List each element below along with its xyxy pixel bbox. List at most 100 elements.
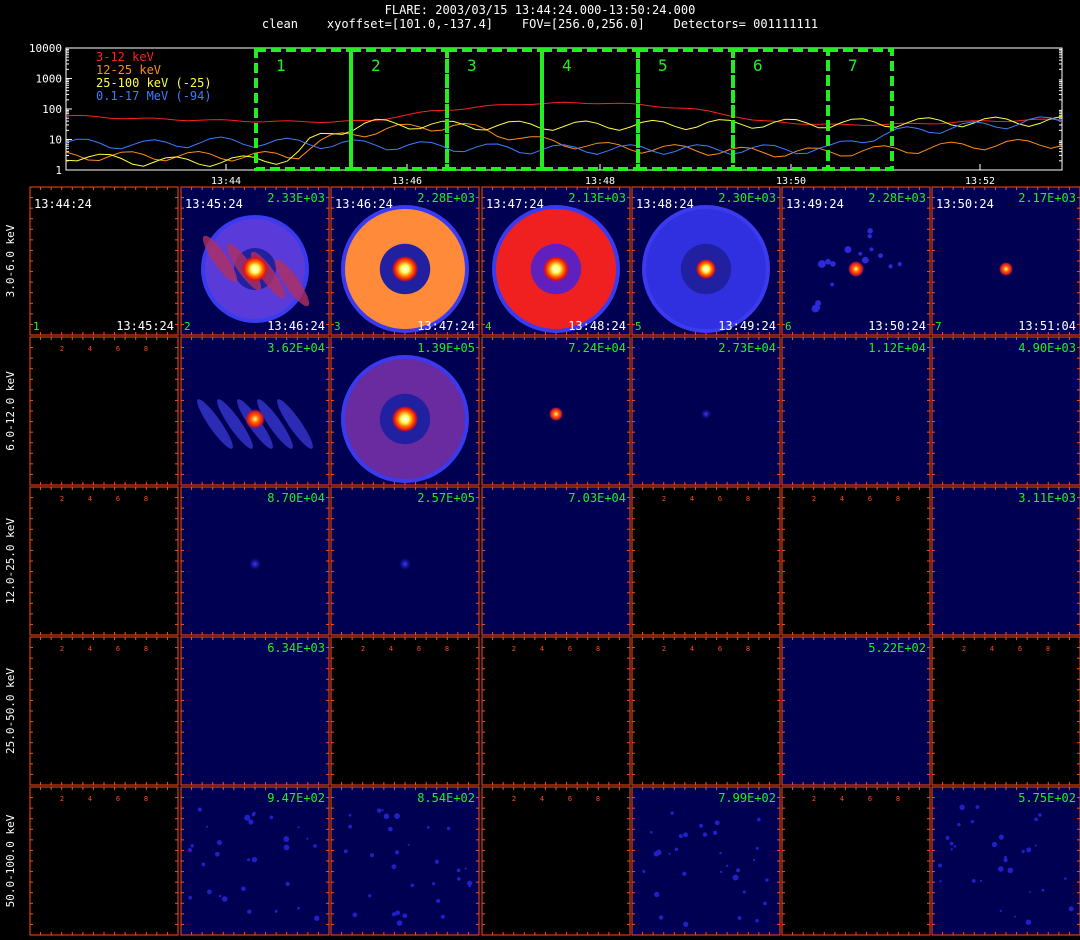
noise-spot bbox=[757, 817, 761, 822]
noise-spot bbox=[436, 898, 441, 903]
noise-spot bbox=[950, 848, 953, 851]
cell-background bbox=[482, 637, 630, 785]
flare-blob bbox=[249, 558, 261, 570]
band-label: 6.0-12.0 keV bbox=[4, 371, 17, 451]
interval-box-7 bbox=[826, 48, 894, 171]
cell-peak-value: 5.75E+02 bbox=[1018, 791, 1076, 805]
cell-peak-value: 2.28E+03 bbox=[417, 191, 475, 205]
cell-peak-value: 2.73E+04 bbox=[718, 341, 776, 355]
axis-tick-label: 6 bbox=[718, 495, 722, 503]
cell-background bbox=[482, 487, 630, 635]
x-tick-label: 13:46 bbox=[392, 176, 422, 187]
noise-spot bbox=[376, 808, 382, 813]
cell-end-time: 13:51:04 bbox=[1018, 319, 1076, 333]
noise-spot bbox=[670, 811, 674, 815]
noise-spot bbox=[388, 826, 393, 832]
axis-tick-label: 2 bbox=[512, 795, 516, 803]
noise-spot bbox=[391, 912, 397, 917]
axis-tick-label: 2 bbox=[60, 645, 64, 653]
flare-core bbox=[242, 256, 268, 282]
axis-tick-label: 2 bbox=[962, 645, 966, 653]
noise-spot bbox=[394, 813, 401, 819]
interval-box-2 bbox=[349, 48, 449, 171]
noise-spot bbox=[285, 881, 290, 886]
axis-tick-label: 2 bbox=[512, 645, 516, 653]
axis-tick-label: 6 bbox=[417, 645, 421, 653]
noise-spot bbox=[712, 830, 718, 836]
image-cell: 7.24E+04 bbox=[481, 336, 631, 486]
cell-background bbox=[632, 787, 780, 935]
cell-interval-number: 3 bbox=[334, 320, 341, 333]
flare-figure: 1 10 100 1000 10000 13:44 13:46 13:48 13:50 13:52… bbox=[4, 42, 1080, 936]
noise-spot bbox=[1014, 915, 1017, 918]
cell-peak-value: 9.47E+02 bbox=[267, 791, 325, 805]
image-cell: 2 4 6 8 bbox=[481, 636, 631, 786]
cell-end-time: 13:47:24 bbox=[417, 319, 475, 333]
noise-spot bbox=[251, 812, 256, 817]
axis-tick-label: 6 bbox=[116, 645, 120, 653]
noise-spot bbox=[244, 814, 251, 821]
axis-tick-label: 4 bbox=[88, 645, 92, 653]
noise-spot bbox=[971, 878, 976, 883]
noise-spot bbox=[726, 864, 729, 868]
axis-tick-label: 6 bbox=[116, 495, 120, 503]
noise-spot bbox=[297, 826, 300, 829]
noise-spot bbox=[742, 890, 746, 894]
noise-spot bbox=[206, 825, 209, 828]
cell-peak-value: 2.28E+03 bbox=[868, 191, 926, 205]
interval-label: 4 bbox=[562, 56, 572, 75]
series-line-1 bbox=[65, 101, 1063, 126]
noise-spot bbox=[314, 915, 320, 921]
noise-spot bbox=[1034, 817, 1039, 822]
axis-tick-label: 8 bbox=[144, 345, 148, 353]
cell-peak-value: 7.24E+04 bbox=[568, 341, 626, 355]
axis-tick-label: 2 bbox=[662, 645, 666, 653]
cell-background bbox=[782, 787, 930, 935]
flare-core bbox=[543, 256, 569, 282]
noise-spot bbox=[248, 819, 254, 825]
y-tick-label: 1 bbox=[55, 164, 62, 177]
noise-spot bbox=[246, 858, 251, 862]
image-cell: 8.70E+04 bbox=[180, 486, 330, 636]
noise-spot bbox=[861, 256, 869, 264]
series-line-2 bbox=[65, 122, 1063, 162]
cell-peak-value: 7.99E+02 bbox=[718, 791, 776, 805]
axis-tick-label: 6 bbox=[718, 645, 722, 653]
noise-spot bbox=[283, 836, 290, 842]
noise-spot bbox=[683, 921, 689, 927]
cell-peak-value: 2.30E+03 bbox=[718, 191, 776, 205]
axis-tick-label: 6 bbox=[868, 495, 872, 503]
noise-spot bbox=[1007, 867, 1014, 874]
noise-spot bbox=[1041, 888, 1045, 892]
noise-spot bbox=[190, 844, 194, 848]
interval-label: 2 bbox=[371, 56, 381, 75]
cell-start-time: 13:44:24 bbox=[34, 197, 92, 211]
flare-core bbox=[696, 259, 716, 279]
noise-spot bbox=[396, 920, 403, 926]
interval-label: 5 bbox=[658, 56, 668, 75]
noise-spot bbox=[867, 228, 873, 234]
axis-tick-label: 4 bbox=[389, 645, 393, 653]
cell-background bbox=[932, 337, 1080, 485]
cell-background bbox=[632, 487, 780, 635]
axis-tick-label: 6 bbox=[568, 645, 572, 653]
cell-end-time: 13:50:24 bbox=[868, 319, 926, 333]
axis-tick-label: 8 bbox=[896, 495, 900, 503]
series-line-3 bbox=[65, 116, 1063, 168]
cell-background bbox=[782, 637, 930, 785]
noise-spot bbox=[938, 863, 942, 868]
noise-spot bbox=[348, 813, 352, 817]
cell-background bbox=[30, 487, 178, 635]
noise-spot bbox=[1003, 858, 1008, 863]
cell-end-time: 13:48:24 bbox=[568, 319, 626, 333]
cell-end-time: 13:45:24 bbox=[116, 319, 174, 333]
noise-spot bbox=[216, 839, 222, 846]
noise-spot bbox=[997, 866, 1004, 872]
noise-spot bbox=[247, 909, 252, 914]
noise-spot bbox=[434, 859, 439, 864]
axis-tick-label: 4 bbox=[690, 645, 694, 653]
cell-background bbox=[782, 487, 930, 635]
image-cell: 5.75E+02 bbox=[931, 786, 1080, 936]
axis-tick-label: 4 bbox=[88, 495, 92, 503]
noise-spot bbox=[658, 915, 664, 920]
